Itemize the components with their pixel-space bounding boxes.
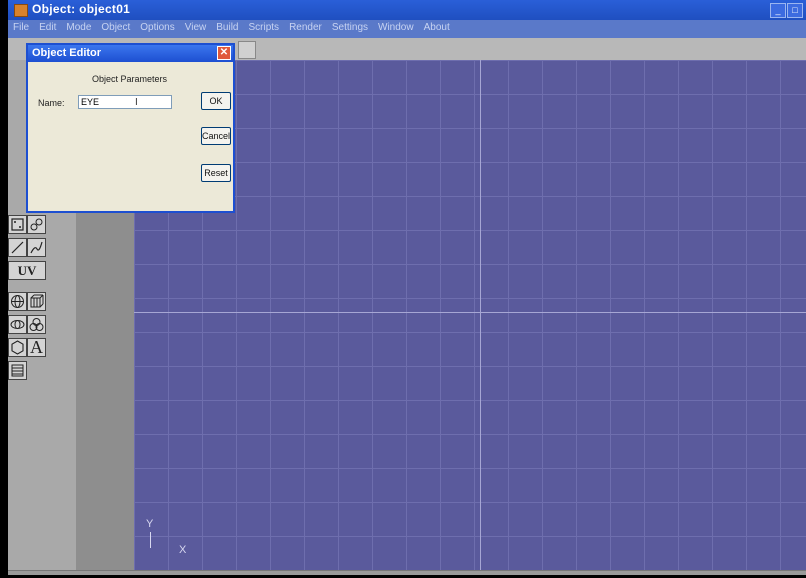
dialog-title-bar: Object Editor ✕ bbox=[28, 45, 233, 62]
line-tool-icon[interactable] bbox=[8, 238, 27, 257]
menu-window[interactable]: Window bbox=[373, 20, 419, 33]
reset-button[interactable]: Reset bbox=[201, 164, 231, 182]
toolbar-icon-button[interactable] bbox=[238, 41, 256, 59]
text-cursor-icon: I bbox=[135, 97, 138, 108]
select-point-tool-icon[interactable] bbox=[8, 215, 27, 234]
name-field[interactable] bbox=[78, 95, 172, 109]
name-label: Name: bbox=[38, 98, 65, 108]
dialog-title: Object Editor bbox=[32, 47, 102, 59]
window-title: Object: object01 bbox=[32, 2, 131, 16]
close-icon[interactable]: ✕ bbox=[217, 46, 231, 60]
cancel-button[interactable]: Cancel bbox=[201, 127, 231, 145]
box-grid-tool-icon[interactable] bbox=[27, 292, 46, 311]
menu-options[interactable]: Options bbox=[135, 20, 179, 33]
hexagon-tool-icon[interactable] bbox=[8, 338, 27, 357]
menu-file[interactable]: File bbox=[8, 20, 34, 33]
table-tool-icon[interactable] bbox=[8, 361, 27, 380]
menu-build[interactable]: Build bbox=[211, 20, 243, 33]
menu-view[interactable]: View bbox=[180, 20, 212, 33]
curve-tool-icon[interactable] bbox=[27, 238, 46, 257]
object-editor-dialog: Object Editor ✕ Object Parameters Name: … bbox=[26, 43, 235, 213]
menu-settings[interactable]: Settings bbox=[327, 20, 373, 33]
vertical-axis-line bbox=[480, 60, 481, 570]
menu-scripts[interactable]: Scripts bbox=[244, 20, 285, 33]
minimize-button[interactable]: _ bbox=[770, 3, 786, 18]
torus-tool-icon[interactable] bbox=[8, 315, 27, 334]
link-tool-icon[interactable] bbox=[27, 215, 46, 234]
blob-tool-icon[interactable] bbox=[27, 315, 46, 334]
menu-object[interactable]: Object bbox=[96, 20, 135, 33]
menu-edit[interactable]: Edit bbox=[34, 20, 61, 33]
text-tool-button[interactable]: A bbox=[27, 337, 46, 357]
horizontal-axis-line bbox=[134, 312, 806, 313]
axis-x-label: X bbox=[179, 544, 187, 556]
axis-y-label: Y bbox=[146, 518, 154, 530]
uv-tool-button[interactable]: UV bbox=[8, 261, 46, 280]
menu-mode[interactable]: Mode bbox=[61, 20, 96, 33]
menu-about[interactable]: About bbox=[419, 20, 455, 33]
axis-y-indicator bbox=[150, 532, 151, 548]
status-bar bbox=[8, 570, 806, 575]
dialog-heading: Object Parameters bbox=[92, 74, 168, 84]
menu-render[interactable]: Render bbox=[284, 20, 327, 33]
menu-bar: File Edit Mode Object Options View Build Script… bbox=[8, 20, 806, 38]
title-bar: Object: object01 _ □ bbox=[8, 0, 806, 20]
sphere-tool-icon[interactable] bbox=[8, 292, 27, 311]
app-icon bbox=[14, 4, 28, 17]
maximize-button[interactable]: □ bbox=[787, 3, 803, 18]
ok-button[interactable]: OK bbox=[201, 92, 231, 110]
